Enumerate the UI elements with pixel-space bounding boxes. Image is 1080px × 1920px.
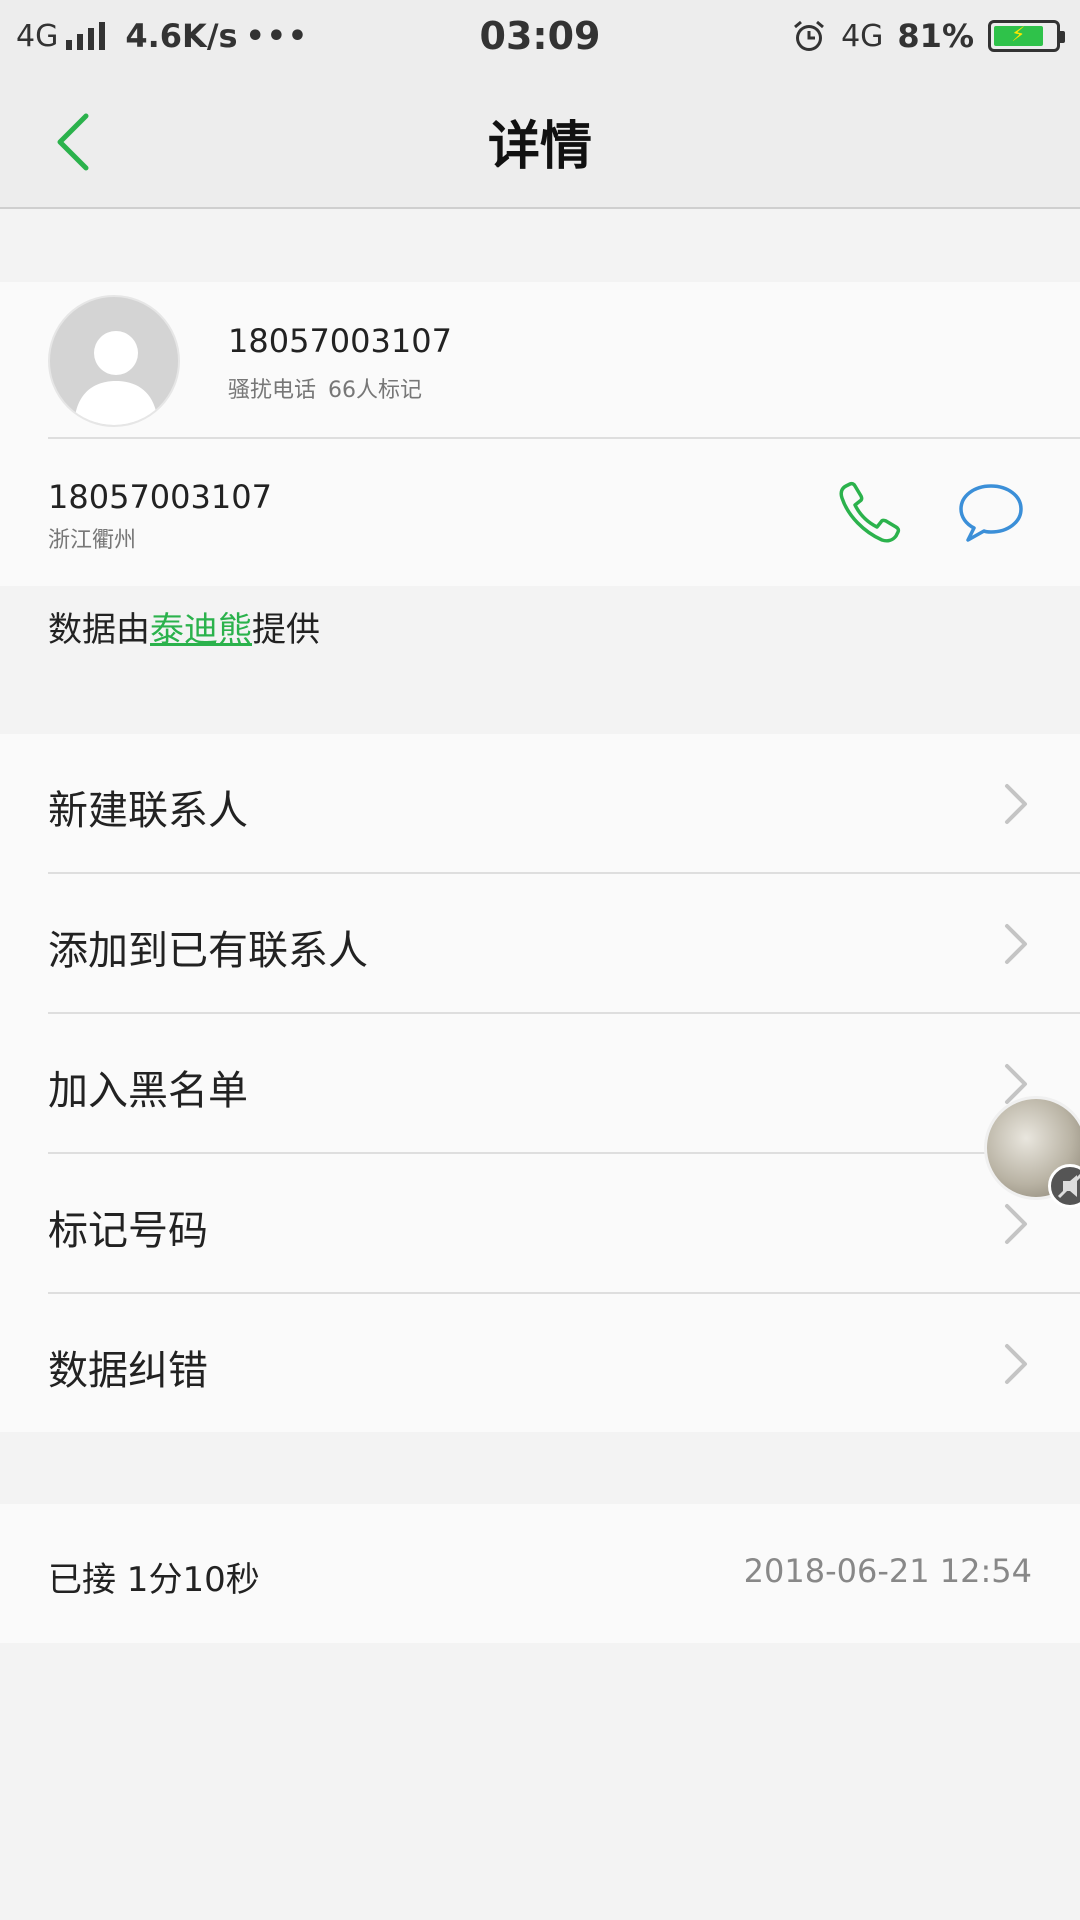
alarm-icon: [794, 20, 825, 51]
header-tags: 骚扰电话 66人标记: [228, 372, 422, 404]
action-label: 数据纠错: [48, 1348, 208, 1394]
call-record-row[interactable]: 已接 1分10秒 2018-06-21 12:54: [0, 1504, 1080, 1643]
battery-percent: 81%: [897, 17, 974, 55]
phone-icon[interactable]: [836, 478, 904, 546]
contact-header-card: 18057003107 骚扰电话 66人标记 18057003107 浙江衢州: [0, 282, 1080, 586]
data-correction-item[interactable]: 数据纠错: [0, 1294, 1080, 1433]
add-to-existing-contact-item[interactable]: 添加到已有联系人: [0, 874, 1080, 1014]
mute-badge-icon: [1048, 1164, 1080, 1208]
actions-list: 新建联系人 添加到已有联系人 加入黑名单 标记号码 数据纠错: [0, 734, 1080, 1432]
call-record-datetime: 2018-06-21 12:54: [743, 1552, 1032, 1590]
page-title: 详情: [487, 117, 592, 177]
status-right: 4G 81% ⚡: [791, 14, 1065, 58]
chevron-right-icon: [1005, 924, 1027, 964]
battery-icon: ⚡: [988, 20, 1065, 52]
action-label: 新建联系人: [48, 788, 248, 834]
provider-link[interactable]: 泰迪熊: [150, 610, 252, 650]
header-phone-number: 18057003107: [228, 322, 452, 360]
app-bar: 详情: [0, 72, 1080, 209]
action-label: 加入黑名单: [48, 1068, 248, 1114]
phone-number[interactable]: 18057003107: [48, 478, 272, 516]
provider-prefix: 数据由: [48, 610, 150, 650]
action-label: 标记号码: [48, 1208, 208, 1254]
mark-number-item[interactable]: 标记号码: [0, 1154, 1080, 1294]
network-type-right: 4G: [841, 18, 884, 54]
chevron-right-icon: [1005, 1204, 1027, 1244]
message-icon[interactable]: [956, 480, 1026, 544]
call-record-status: 已接 1分10秒: [48, 1560, 260, 1600]
chevron-right-icon: [1005, 1344, 1027, 1384]
provider-suffix: 提供: [252, 610, 320, 650]
chevron-right-icon: [1005, 784, 1027, 824]
divider: [48, 437, 1080, 439]
mark-count: 66人标记: [328, 378, 423, 403]
spam-tag: 骚扰电话: [228, 378, 317, 403]
action-label: 添加到已有联系人: [48, 928, 368, 974]
phone-location: 浙江衢州: [48, 528, 137, 553]
default-avatar-icon: [48, 295, 180, 427]
add-to-blacklist-item[interactable]: 加入黑名单: [0, 1014, 1080, 1154]
data-provider: 数据由泰迪熊提供: [48, 602, 320, 651]
status-bar: 4G 4.6K/s ••• 03:09 4G 81% ⚡: [0, 0, 1080, 72]
new-contact-item[interactable]: 新建联系人: [0, 734, 1080, 874]
